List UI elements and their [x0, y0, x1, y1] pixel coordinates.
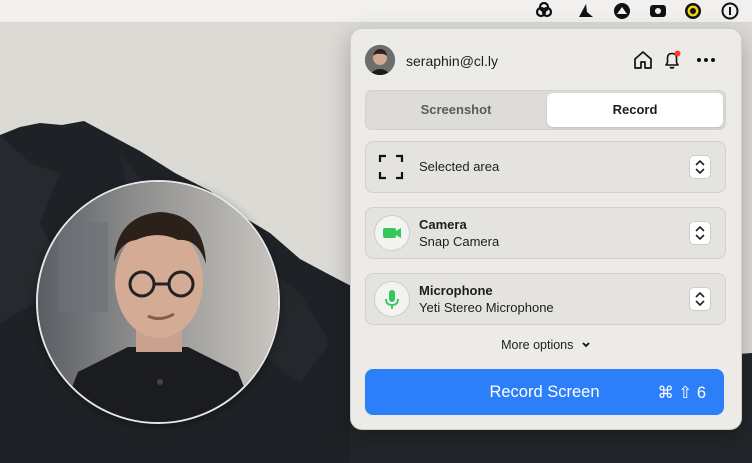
more-icon[interactable]	[695, 49, 717, 71]
home-icon[interactable]	[632, 49, 654, 71]
chevron-down-icon	[582, 342, 590, 348]
arrow-up-icon[interactable]	[613, 2, 631, 20]
creative-cloud-icon[interactable]	[535, 2, 553, 20]
area-label: Selected area	[419, 159, 500, 174]
tab-record[interactable]: Record	[547, 93, 723, 127]
tab-screenshot[interactable]: Screenshot	[368, 93, 544, 127]
avatar[interactable]	[365, 45, 395, 75]
camera-icon[interactable]	[649, 2, 667, 20]
microphone-icon	[385, 290, 399, 309]
ring-icon[interactable]	[684, 2, 702, 20]
onepassword-icon[interactable]	[721, 2, 739, 20]
bird-icon[interactable]	[577, 2, 595, 20]
video-camera-icon	[383, 228, 401, 238]
area-selector[interactable]: Selected area	[365, 141, 726, 193]
webcam-feed-image	[38, 182, 278, 422]
account-header: seraphin@cl.ly	[365, 45, 727, 77]
record-shortcut: ⌘ ⇧ 6	[657, 384, 706, 402]
camera-title: Camera	[419, 217, 467, 232]
mode-tabs: Screenshot Record	[365, 90, 726, 130]
camera-device: Snap Camera	[419, 234, 500, 249]
camera-preview-bubble[interactable]	[36, 180, 280, 424]
chevron-updown-icon[interactable]	[689, 155, 711, 179]
chevron-updown-icon[interactable]	[689, 221, 711, 245]
account-email: seraphin@cl.ly	[406, 53, 499, 69]
capture-popover: seraphin@cl.ly Screenshot Record Selecte…	[350, 28, 742, 430]
chevron-updown-icon[interactable]	[689, 287, 711, 311]
more-options-label: More options	[501, 338, 574, 352]
microphone-selector[interactable]: Microphone Yeti Stereo Microphone	[365, 273, 726, 325]
microphone-icon-button	[374, 281, 410, 317]
camera-selector[interactable]: Camera Snap Camera	[365, 207, 726, 259]
record-screen-button[interactable]: Record Screen ⌘ ⇧ 6	[365, 369, 724, 415]
bell-icon[interactable]	[661, 49, 683, 71]
selection-icon	[378, 154, 404, 180]
camera-icon-button	[374, 215, 410, 251]
microphone-device: Yeti Stereo Microphone	[419, 300, 554, 315]
menu-bar	[0, 0, 752, 23]
more-options-button[interactable]: More options	[351, 338, 741, 352]
microphone-title: Microphone	[419, 283, 493, 298]
